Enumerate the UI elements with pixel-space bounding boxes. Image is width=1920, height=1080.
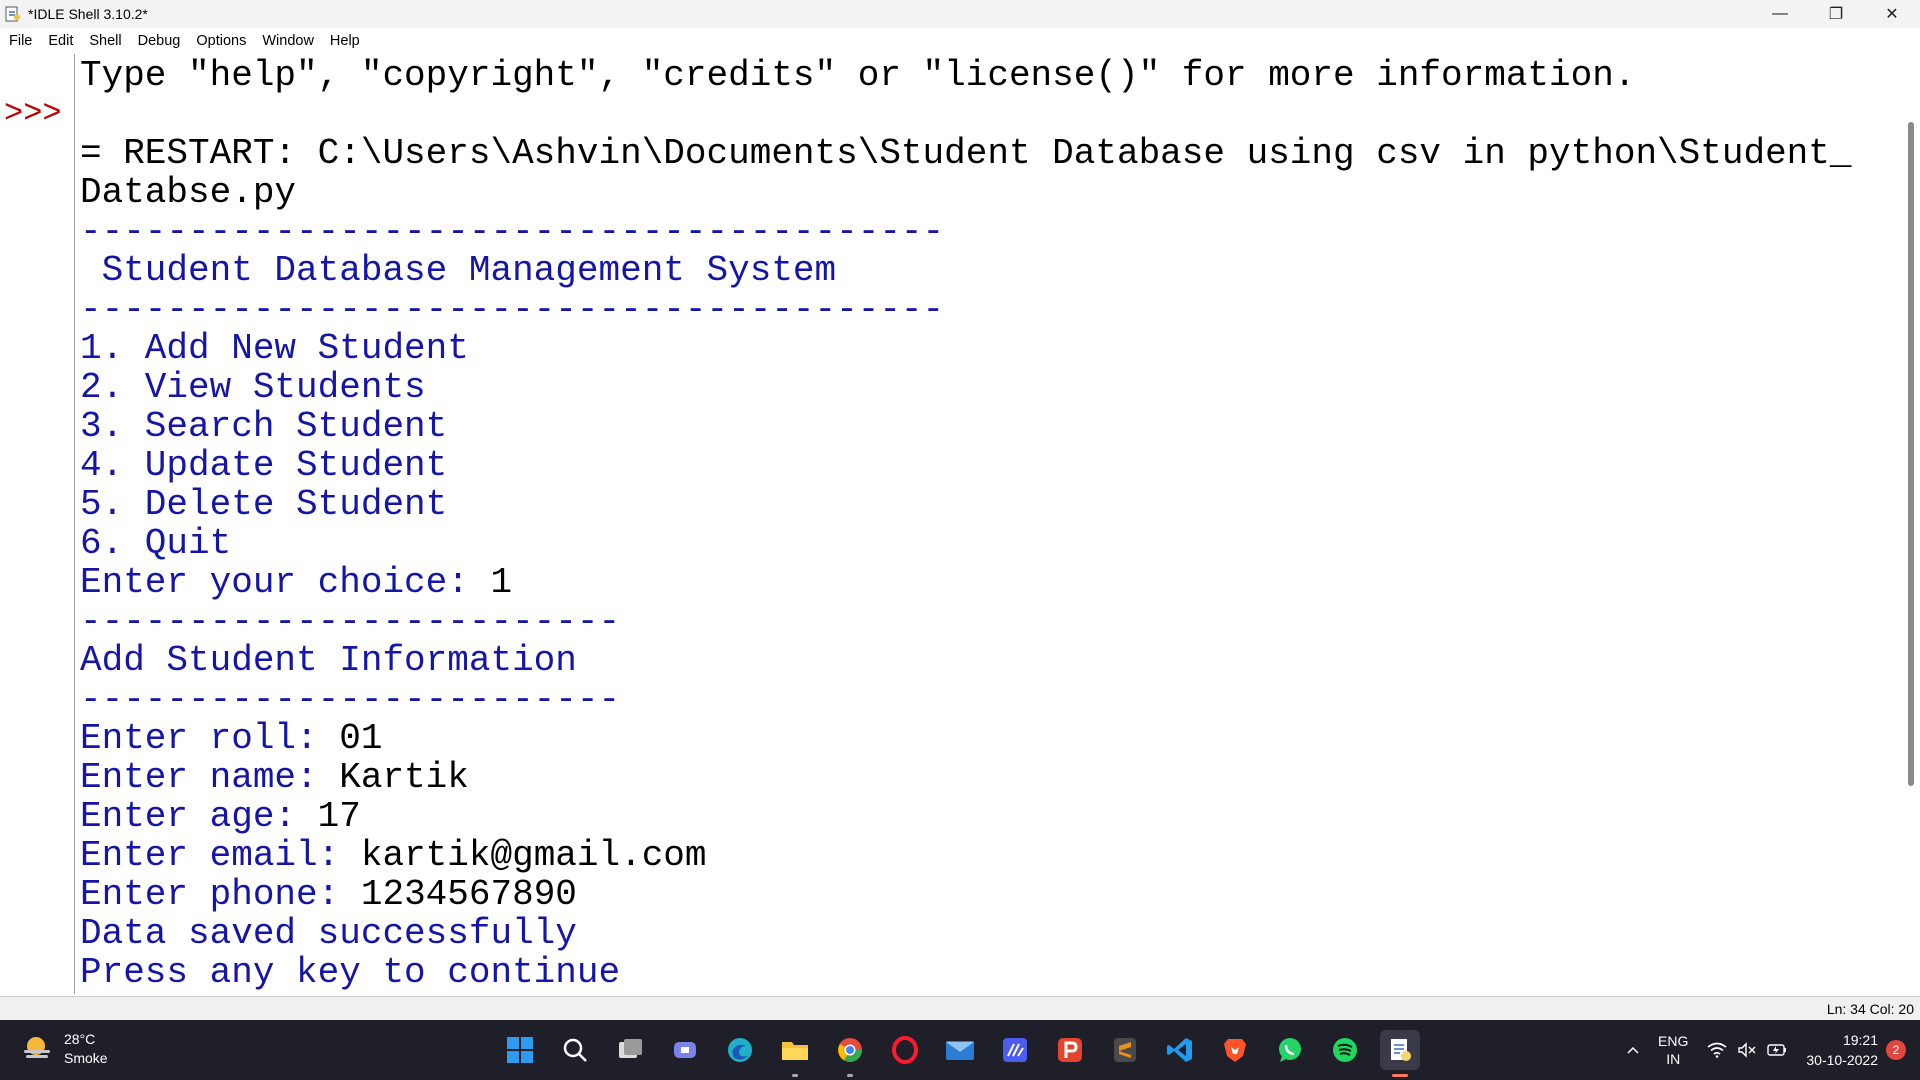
shell-text-area[interactable]: Type "help", "copyright", "credits" or "… — [80, 54, 1880, 994]
shell-line: Type "help", "copyright", "credits" or "… — [80, 55, 1636, 96]
scrollbar-thumb[interactable] — [1908, 122, 1914, 786]
wifi-icon[interactable] — [1704, 1037, 1730, 1063]
shell-line: Databse.py — [80, 172, 297, 213]
user-input-value: kartik@gmail.com — [360, 835, 707, 876]
menu-edit[interactable]: Edit — [40, 28, 81, 54]
close-button[interactable]: ✕ — [1864, 0, 1920, 28]
title-bar: *IDLE Shell 3.10.2* — ❐ ✕ — [0, 0, 1920, 28]
weather-condition: Smoke — [64, 1050, 108, 1066]
edge-icon[interactable] — [720, 1030, 760, 1070]
input-prompt: Enter age: — [80, 796, 318, 837]
sublime-icon[interactable] — [1105, 1030, 1145, 1070]
battery-charging-icon[interactable] — [1764, 1037, 1790, 1063]
language-indicator[interactable]: ENG IN — [1658, 1032, 1688, 1068]
input-prompt: Enter phone: — [80, 874, 361, 915]
user-input-value: 17 — [317, 796, 361, 837]
taskbar-apps — [500, 1030, 1435, 1077]
vertical-scrollbar[interactable] — [1900, 54, 1920, 996]
menu-help[interactable]: Help — [322, 28, 368, 54]
shell-line: 4. Update Student — [80, 445, 448, 486]
volume-muted-icon[interactable] — [1734, 1037, 1760, 1063]
input-prompt: Enter name: — [80, 757, 340, 798]
input-prompt: Enter roll: — [80, 718, 340, 759]
input-prompt: Enter your choice: — [80, 562, 491, 603]
language-code: ENG — [1658, 1033, 1689, 1049]
language-region: IN — [1666, 1051, 1681, 1067]
shell-line: 3. Search Student — [80, 406, 448, 447]
mail-icon[interactable] — [940, 1030, 980, 1070]
shell-line: 5. Delete Student — [80, 484, 448, 525]
shell-line: 6. Quit — [80, 523, 232, 564]
start-icon[interactable] — [500, 1030, 540, 1070]
shell-line: Enter age: 17 — [80, 797, 361, 836]
status-bar: Ln: 34 Col: 20 — [0, 996, 1920, 1021]
restore-button[interactable]: ❐ — [1808, 0, 1864, 28]
user-input-value: 1 — [490, 562, 513, 603]
search-icon[interactable] — [555, 1030, 595, 1070]
weather-widget[interactable]: 28°C Smoke — [18, 1030, 108, 1068]
pdf-icon[interactable] — [1050, 1030, 1090, 1070]
user-input-value: 1234567890 — [360, 874, 577, 915]
brave-icon[interactable] — [1215, 1030, 1255, 1070]
task-view-icon[interactable] — [610, 1030, 650, 1070]
menu-shell[interactable]: Shell — [81, 28, 129, 54]
whatsapp-icon[interactable] — [1270, 1030, 1310, 1070]
shell-line: 2. View Students — [80, 367, 426, 408]
cursor-position: Ln: 34 Col: 20 — [1826, 1001, 1914, 1017]
chevron-up-icon[interactable] — [1620, 1037, 1646, 1063]
system-tray: ENG IN 19:21 30-10-2022 2 — [1618, 1028, 1906, 1072]
notification-badge[interactable]: 2 — [1886, 1040, 1906, 1060]
shell-line: Add Student Information — [80, 640, 577, 681]
window-title: *IDLE Shell 3.10.2* — [28, 6, 148, 22]
shell-line: Enter roll: 01 — [80, 719, 382, 758]
shell-line: 1. Add New Student — [80, 328, 469, 369]
input-prompt: Enter email: — [80, 835, 361, 876]
shell-pane[interactable]: >>> Type "help", "copyright", "credits" … — [0, 54, 1920, 996]
minimize-button[interactable]: — — [1752, 0, 1808, 28]
shell-line: ---------------------------------------- — [80, 211, 945, 252]
teams-chat-icon[interactable] — [665, 1030, 705, 1070]
spotify-icon[interactable] — [1325, 1030, 1365, 1070]
shell-line: Enter your choice: 1 — [80, 563, 512, 602]
shell-line: Enter phone: 1234567890 — [80, 875, 577, 914]
user-input-value: 01 — [339, 718, 383, 759]
shell-line: ------------------------- — [80, 679, 621, 720]
idle-icon[interactable] — [1380, 1030, 1420, 1077]
vscode-icon[interactable] — [1160, 1030, 1200, 1070]
clock-time: 19:21 — [1842, 1032, 1878, 1048]
shell-line: Press any key to continue — [80, 952, 621, 993]
menu-file[interactable]: File — [0, 28, 40, 54]
clock[interactable]: 19:21 30-10-2022 — [1806, 1030, 1878, 1070]
shell-prompt: >>> — [4, 95, 62, 132]
shell-line: Data saved successfully — [80, 913, 577, 954]
shell-line: Enter email: kartik@gmail.com — [80, 836, 707, 875]
shell-line: = RESTART: C:\Users\Ashvin\Documents\Stu… — [80, 133, 1852, 174]
chrome-icon[interactable] — [830, 1030, 870, 1077]
shell-line: ------------------------- — [80, 601, 621, 642]
code-editor-icon[interactable] — [995, 1030, 1035, 1070]
weather-haze-icon — [18, 1031, 54, 1067]
idle-app-icon — [4, 5, 22, 23]
shell-line: Student Database Management System — [80, 250, 837, 291]
menu-debug[interactable]: Debug — [130, 28, 189, 54]
shell-line: ---------------------------------------- — [80, 289, 945, 330]
shell-line: Enter name: Kartik — [80, 758, 469, 797]
opera-icon[interactable] — [885, 1030, 925, 1070]
weather-temp: 28°C — [64, 1031, 96, 1047]
menu-window[interactable]: Window — [254, 28, 322, 54]
clock-date: 30-10-2022 — [1806, 1052, 1878, 1068]
prompt-gutter: >>> — [0, 54, 75, 994]
user-input-value: Kartik — [339, 757, 469, 798]
taskbar: 28°C Smoke ENG IN 19:21 30-10-2022 2 — [0, 1020, 1920, 1080]
menu-options[interactable]: Options — [188, 28, 254, 54]
menu-bar: File Edit Shell Debug Options Window Hel… — [0, 28, 1920, 54]
file-explorer-icon[interactable] — [775, 1030, 815, 1077]
